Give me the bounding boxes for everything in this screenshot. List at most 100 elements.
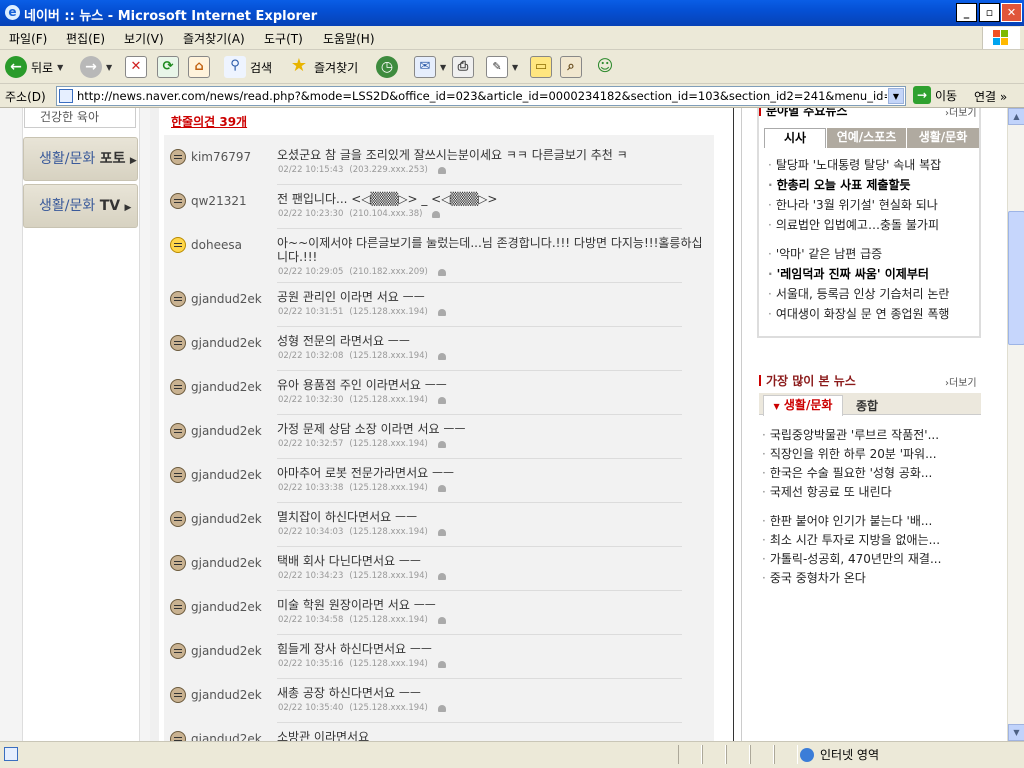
most-viewed-link[interactable]: 한판 붙어야 인기가 붙는다 '배... — [762, 512, 932, 529]
mail-button[interactable]: ✉ ▼ — [414, 54, 446, 80]
comment-text: 아마추어 로봇 전문가라면서요 ㅡㅡ — [277, 466, 455, 480]
most-viewed-link[interactable]: 중국 중형차가 온다 — [762, 569, 866, 586]
tab-politics[interactable]: 시사 — [764, 128, 826, 148]
report-bell-icon[interactable] — [437, 528, 446, 536]
report-bell-icon[interactable] — [437, 396, 446, 404]
comment-user[interactable]: doheesa — [191, 238, 242, 252]
report-bell-icon[interactable] — [437, 616, 446, 624]
address-url[interactable]: http://news.naver.com/news/read.php?&mod… — [77, 89, 887, 103]
go-button[interactable]: → 이동 — [913, 86, 957, 104]
vertical-scrollbar[interactable]: ▲ ▼ — [1007, 108, 1024, 741]
comment-user[interactable]: gjandud2ek — [191, 380, 262, 394]
report-bell-icon[interactable] — [437, 268, 446, 276]
address-dropdown-icon[interactable]: ▼ — [888, 88, 904, 104]
back-dropdown-icon[interactable]: ▼ — [57, 63, 63, 72]
edit-dropdown-icon[interactable]: ▼ — [512, 63, 518, 72]
tab-most-viewed-life[interactable]: ▼ 생활/문화 — [763, 395, 843, 416]
report-bell-icon[interactable] — [437, 704, 446, 712]
close-button[interactable]: ✕ — [1001, 3, 1022, 22]
comment-ip: (125.128.xxx.194) — [349, 615, 428, 625]
nav-kid-item[interactable]: 건강한 육아 — [24, 108, 136, 128]
forward-dropdown-icon[interactable]: ▼ — [106, 63, 112, 72]
report-bell-icon[interactable] — [437, 572, 446, 580]
address-input[interactable]: http://news.naver.com/news/read.php?&mod… — [56, 86, 906, 106]
report-bell-icon[interactable] — [437, 308, 446, 316]
minimize-button[interactable]: _ — [956, 3, 977, 22]
comment-user[interactable]: gjandud2ek — [191, 688, 262, 702]
comment-user[interactable]: gjandud2ek — [191, 424, 262, 438]
favorites-button[interactable]: ★ 즐겨찾기 — [288, 54, 358, 80]
news-link[interactable]: 한총리 오늘 사표 제출할듯 — [768, 176, 911, 193]
scroll-thumb[interactable] — [1008, 211, 1024, 345]
report-bell-icon[interactable] — [437, 440, 446, 448]
report-bell-icon[interactable] — [437, 352, 446, 360]
comment-user[interactable]: gjandud2ek — [191, 644, 262, 658]
most-viewed-link[interactable]: 국제선 항공료 또 내린다 — [762, 483, 892, 500]
comment-user[interactable]: kim76797 — [191, 150, 251, 164]
menu-favorites[interactable]: 즐겨찾기(A) — [183, 30, 245, 47]
refresh-button[interactable]: ⟳ — [157, 54, 179, 80]
comments-heading[interactable]: 한줄의견 39개 — [171, 113, 247, 130]
home-button[interactable]: ⌂ — [188, 54, 210, 80]
stop-button[interactable]: ✕ — [125, 54, 147, 80]
section-news-more[interactable]: ›더보기 — [945, 108, 977, 119]
most-viewed-link[interactable]: 직장인을 위한 하루 20분 '파워... — [762, 445, 937, 462]
menu-help[interactable]: 도움말(H) — [323, 30, 375, 47]
forward-button[interactable]: → ▼ — [80, 54, 112, 80]
avatar-icon — [170, 379, 186, 395]
comment-ip: (125.128.xxx.194) — [349, 351, 428, 361]
print-button[interactable]: ⎙ — [452, 54, 474, 80]
title-bar: e 네이버 :: 뉴스 - Microsoft Internet Explore… — [0, 0, 1024, 26]
discuss-button[interactable]: ▭ — [530, 54, 552, 80]
tab-most-viewed-all[interactable]: 종합 — [856, 397, 878, 414]
history-button[interactable]: ◷ — [376, 54, 398, 80]
tab-life-culture[interactable]: 생활/문화 — [906, 128, 979, 148]
avatar-icon — [170, 599, 186, 615]
menu-file[interactable]: 파일(F) — [9, 30, 47, 47]
scroll-up-icon[interactable]: ▲ — [1008, 108, 1024, 125]
edit-button[interactable]: ✎ ▼ — [486, 54, 518, 80]
messenger-button[interactable]: ☺ — [594, 54, 616, 80]
comment-user[interactable]: qw21321 — [191, 194, 247, 208]
news-link[interactable]: 한나라 '3월 위기설' 현실화 되나 — [768, 196, 938, 213]
nav-life-tv[interactable]: 생활/문화 TV ▶ — [23, 184, 138, 228]
news-link[interactable]: 여대생이 화장실 문 연 종업원 폭행 — [768, 305, 950, 322]
report-bell-icon[interactable] — [437, 166, 446, 174]
report-bell-icon[interactable] — [437, 484, 446, 492]
search-button[interactable]: ⚲ 검색 — [224, 54, 272, 80]
mail-dropdown-icon[interactable]: ▼ — [440, 63, 446, 72]
most-viewed-more[interactable]: ›더보기 — [945, 374, 977, 389]
report-bell-icon[interactable] — [437, 660, 446, 668]
most-viewed-link[interactable]: 가톨릭-성공회, 470년만의 재결... — [762, 550, 942, 567]
news-link[interactable]: '악마' 같은 남편 급증 — [768, 245, 882, 262]
comment-user[interactable]: gjandud2ek — [191, 600, 262, 614]
comment-user[interactable]: gjandud2ek — [191, 732, 262, 741]
menu-view[interactable]: 보기(V) — [124, 30, 164, 47]
comment-row: gjandud2ek 소방관 이라면서요 — [164, 723, 714, 741]
news-link[interactable]: 서울대, 등록금 인상 기습처리 논란 — [768, 285, 950, 302]
news-link[interactable]: 탈당파 '노대통령 탈당' 속내 복잡 — [768, 156, 941, 173]
menu-tools[interactable]: 도구(T) — [264, 30, 303, 47]
news-link[interactable]: '레임덕과 진짜 싸움' 이제부터 — [768, 265, 929, 282]
links-button[interactable]: 연결 » — [974, 88, 1007, 105]
comment-user[interactable]: gjandud2ek — [191, 512, 262, 526]
menu-edit[interactable]: 편집(E) — [66, 30, 105, 47]
news-link[interactable]: 의료법안 입법예고…충돌 불가피 — [768, 216, 939, 233]
comment-text: 새총 공장 하신다면서요 ㅡㅡ — [277, 686, 421, 700]
comment-user[interactable]: gjandud2ek — [191, 468, 262, 482]
report-bell-icon[interactable] — [432, 210, 441, 218]
comment-user[interactable]: gjandud2ek — [191, 556, 262, 570]
tab-entertainment-sports[interactable]: 연예/스포츠 — [826, 128, 906, 148]
scroll-down-icon[interactable]: ▼ — [1008, 724, 1024, 741]
globe-icon — [800, 747, 814, 762]
maximize-button[interactable]: ▫ — [979, 3, 1000, 22]
most-viewed-link[interactable]: 최소 시간 투자로 지방을 없애는... — [762, 531, 940, 548]
most-viewed-link[interactable]: 한국은 수술 필요한 '성형 공화... — [762, 464, 932, 481]
comment-user[interactable]: gjandud2ek — [191, 336, 262, 350]
research-button[interactable]: ⌕ — [560, 54, 582, 80]
chevron-right-icon: ▶ — [124, 203, 132, 213]
nav-life-photo[interactable]: 생활/문화 포토 ▶ — [23, 137, 138, 181]
back-button[interactable]: ← 뒤로 ▼ — [5, 54, 63, 80]
most-viewed-link[interactable]: 국립중앙박물관 '루브르 작품전'... — [762, 426, 939, 443]
comment-user[interactable]: gjandud2ek — [191, 292, 262, 306]
